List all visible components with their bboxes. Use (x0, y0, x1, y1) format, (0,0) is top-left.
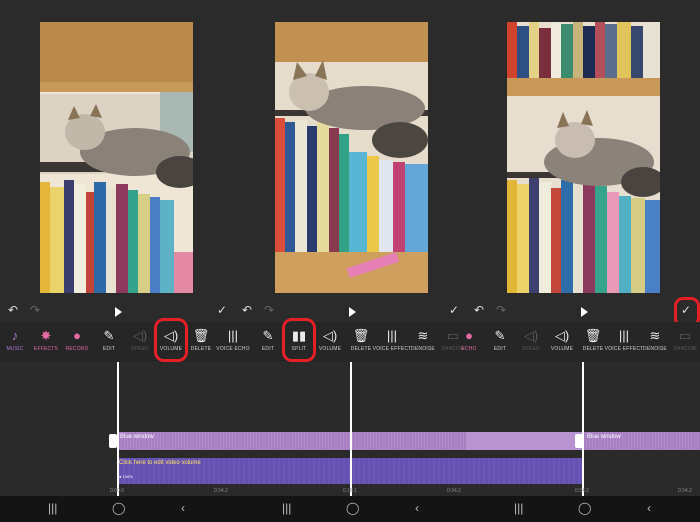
preview-pane-3: ✓ ↶ ↷ ✓ (449, 0, 700, 322)
undo-button[interactable]: ↶ (8, 304, 18, 316)
video-frame-1-image (40, 22, 193, 293)
edit-toolbar: ♪ MUSIC ✸ EFFECTS ● RECORD ✎ EDIT ◁) SPE… (0, 322, 700, 362)
play-button[interactable] (581, 307, 588, 317)
time-tick: 0:18.1 (343, 488, 357, 494)
redo-button[interactable]: ↷ (30, 304, 40, 316)
video-volume-hint[interactable]: Click here to edit video volume (119, 460, 201, 466)
music-trim-handle-left[interactable] (109, 434, 117, 448)
play-button[interactable] (115, 307, 122, 317)
video-frame-2-image (275, 22, 428, 293)
recents-button[interactable]: ||| (282, 501, 291, 515)
back-button[interactable]: ‹ (415, 501, 419, 515)
confirm-button[interactable]: ✓ (449, 304, 459, 316)
video-frame-2 (275, 22, 428, 293)
playhead-1[interactable] (117, 362, 119, 496)
playhead-3[interactable] (582, 362, 584, 496)
home-button[interactable]: ◯ (112, 501, 125, 515)
time-tick: 0:00.0 (110, 488, 124, 494)
play-button[interactable] (349, 307, 356, 317)
time-tick: 0:34.2 (575, 488, 589, 494)
back-button[interactable]: ‹ (647, 501, 651, 515)
time-tick: 0:34.2 (447, 488, 461, 494)
playhead-2[interactable] (350, 362, 352, 496)
video-frame-3 (507, 22, 660, 293)
highlight-split (282, 318, 316, 362)
redo-button[interactable]: ↷ (496, 304, 506, 316)
music-track-selected-segment[interactable] (466, 432, 584, 450)
shadow-icon: ▭ (678, 328, 692, 343)
recents-button[interactable]: ||| (514, 501, 523, 515)
time-tick: 0:34.2 (214, 488, 228, 494)
undo-button[interactable]: ↶ (474, 304, 484, 316)
undo-button[interactable]: ↶ (242, 304, 252, 316)
preview-pane-2: ✓ ↶ ↷ (217, 0, 468, 322)
video-frame-1 (40, 22, 193, 293)
video-frame-3-image (507, 22, 660, 293)
music-track-label: Blue window (587, 434, 621, 440)
preview-pane-1: ↶ ↷ (0, 0, 234, 322)
highlight-volume (154, 318, 188, 362)
shadow-tool[interactable]: ▭ SHADOW (660, 327, 700, 353)
home-button[interactable]: ◯ (578, 501, 591, 515)
confirm-button[interactable]: ✓ (217, 304, 227, 316)
preview-area: ↶ ↷ ✓ ↶ ↷ ✓ ↶ ↷ ✓ (0, 0, 700, 327)
redo-button[interactable]: ↷ (264, 304, 274, 316)
time-tick: 0:34.2 (678, 488, 692, 494)
recents-button[interactable]: ||| (48, 501, 57, 515)
music-track-label: Blue window (120, 434, 154, 440)
home-button[interactable]: ◯ (346, 501, 359, 515)
back-button[interactable]: ‹ (181, 501, 185, 515)
video-volume-level: ● 100% (119, 474, 133, 479)
